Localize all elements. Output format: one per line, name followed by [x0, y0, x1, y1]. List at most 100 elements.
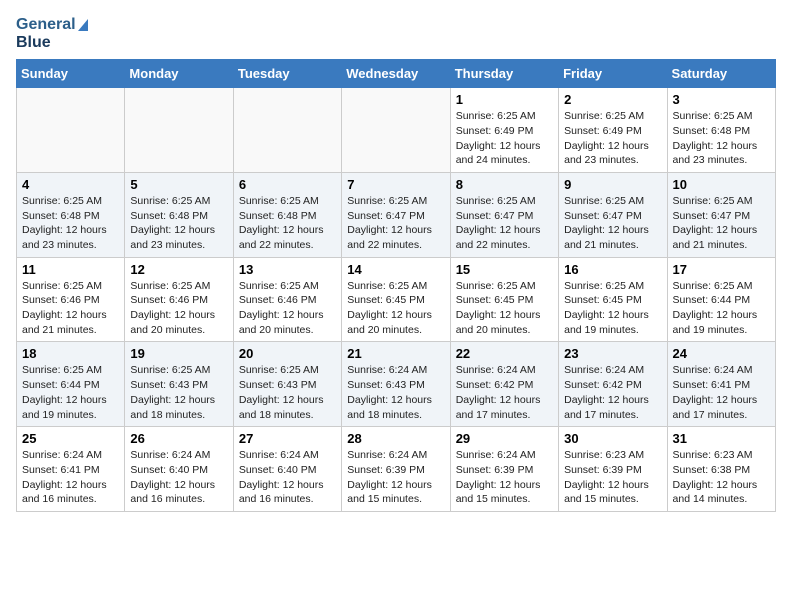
- day-info: Sunrise: 6:25 AMSunset: 6:46 PMDaylight:…: [130, 279, 227, 338]
- header-cell-monday: Monday: [125, 60, 233, 88]
- day-info: Sunrise: 6:24 AMSunset: 6:42 PMDaylight:…: [564, 363, 661, 422]
- day-cell: 20 Sunrise: 6:25 AMSunset: 6:43 PMDayligh…: [233, 342, 341, 427]
- day-info: Sunrise: 6:25 AMSunset: 6:49 PMDaylight:…: [456, 109, 553, 168]
- day-cell: 28Sunrise: 6:24 AMSunset: 6:39 PMDayligh…: [342, 427, 450, 512]
- day-number: 18: [22, 346, 119, 361]
- day-number: 6: [239, 177, 336, 192]
- day-cell: [233, 88, 341, 173]
- day-number: 20: [239, 346, 336, 361]
- day-info: Sunrise: 6:24 AMSunset: 6:40 PMDaylight:…: [130, 448, 227, 507]
- day-cell: 8 Sunrise: 6:25 AMSunset: 6:47 PMDaylight…: [450, 172, 558, 257]
- day-number: 10: [673, 177, 770, 192]
- header-row: SundayMondayTuesdayWednesdayThursdayFrid…: [17, 60, 776, 88]
- day-cell: 2 Sunrise: 6:25 AMSunset: 6:49 PMDaylight…: [559, 88, 667, 173]
- day-info: Sunrise: 6:25 AMSunset: 6:49 PMDaylight:…: [564, 109, 661, 168]
- day-cell: 19 Sunrise: 6:25 AMSunset: 6:43 PMDayligh…: [125, 342, 233, 427]
- day-cell: 26 Sunrise: 6:24 AMSunset: 6:40 PMDayligh…: [125, 427, 233, 512]
- week-row-2: 4 Sunrise: 6:25 AMSunset: 6:48 PMDaylight…: [17, 172, 776, 257]
- day-number: 2: [564, 92, 661, 107]
- day-number: 14: [347, 262, 444, 277]
- day-number: 28: [347, 431, 444, 446]
- day-cell: 17 Sunrise: 6:25 AMSunset: 6:44 PMDayligh…: [667, 257, 775, 342]
- day-info: Sunrise: 6:25 AMSunset: 6:47 PMDaylight:…: [347, 194, 444, 253]
- day-number: 17: [673, 262, 770, 277]
- day-cell: 23 Sunrise: 6:24 AMSunset: 6:42 PMDayligh…: [559, 342, 667, 427]
- day-number: 4: [22, 177, 119, 192]
- day-cell: 14 Sunrise: 6:25 AMSunset: 6:45 PMDayligh…: [342, 257, 450, 342]
- day-cell: 24Sunrise: 6:24 AMSunset: 6:41 PMDayligh…: [667, 342, 775, 427]
- day-number: 9: [564, 177, 661, 192]
- day-info: Sunrise: 6:25 AMSunset: 6:45 PMDaylight:…: [564, 279, 661, 338]
- day-number: 16: [564, 262, 661, 277]
- day-info: Sunrise: 6:25 AMSunset: 6:43 PMDaylight:…: [239, 363, 336, 422]
- day-cell: 29Sunrise: 6:24 AMSunset: 6:39 PMDayligh…: [450, 427, 558, 512]
- day-info: Sunrise: 6:24 AMSunset: 6:43 PMDaylight:…: [347, 363, 444, 422]
- day-number: 25: [22, 431, 119, 446]
- day-cell: 25 Sunrise: 6:24 AMSunset: 6:41 PMDayligh…: [17, 427, 125, 512]
- day-number: 19: [130, 346, 227, 361]
- header-cell-thursday: Thursday: [450, 60, 558, 88]
- day-cell: 31 Sunrise: 6:23 AMSunset: 6:38 PMDayligh…: [667, 427, 775, 512]
- day-info: Sunrise: 6:25 AMSunset: 6:44 PMDaylight:…: [22, 363, 119, 422]
- day-number: 11: [22, 262, 119, 277]
- day-cell: 9 Sunrise: 6:25 AMSunset: 6:47 PMDaylight…: [559, 172, 667, 257]
- week-row-4: 18 Sunrise: 6:25 AMSunset: 6:44 PMDayligh…: [17, 342, 776, 427]
- day-number: 15: [456, 262, 553, 277]
- day-cell: 10 Sunrise: 6:25 AMSunset: 6:47 PMDayligh…: [667, 172, 775, 257]
- day-cell: [17, 88, 125, 173]
- day-cell: 27Sunrise: 6:24 AMSunset: 6:40 PMDayligh…: [233, 427, 341, 512]
- day-cell: 22 Sunrise: 6:24 AMSunset: 6:42 PMDayligh…: [450, 342, 558, 427]
- day-cell: 11 Sunrise: 6:25 AMSunset: 6:46 PMDayligh…: [17, 257, 125, 342]
- day-info: Sunrise: 6:25 AMSunset: 6:45 PMDaylight:…: [347, 279, 444, 338]
- day-cell: 18 Sunrise: 6:25 AMSunset: 6:44 PMDayligh…: [17, 342, 125, 427]
- day-number: 13: [239, 262, 336, 277]
- day-info: Sunrise: 6:25 AMSunset: 6:46 PMDaylight:…: [22, 279, 119, 338]
- day-info: Sunrise: 6:25 AMSunset: 6:43 PMDaylight:…: [130, 363, 227, 422]
- day-number: 30: [564, 431, 661, 446]
- header-cell-friday: Friday: [559, 60, 667, 88]
- day-info: Sunrise: 6:25 AMSunset: 6:46 PMDaylight:…: [239, 279, 336, 338]
- logo-general: General: [16, 16, 88, 34]
- day-info: Sunrise: 6:25 AMSunset: 6:48 PMDaylight:…: [22, 194, 119, 253]
- day-number: 5: [130, 177, 227, 192]
- day-info: Sunrise: 6:23 AMSunset: 6:38 PMDaylight:…: [673, 448, 770, 507]
- day-cell: 3 Sunrise: 6:25 AMSunset: 6:48 PMDaylight…: [667, 88, 775, 173]
- day-number: 22: [456, 346, 553, 361]
- day-number: 12: [130, 262, 227, 277]
- day-cell: 7Sunrise: 6:25 AMSunset: 6:47 PMDaylight…: [342, 172, 450, 257]
- day-number: 8: [456, 177, 553, 192]
- day-info: Sunrise: 6:24 AMSunset: 6:42 PMDaylight:…: [456, 363, 553, 422]
- day-cell: 1Sunrise: 6:25 AMSunset: 6:49 PMDaylight…: [450, 88, 558, 173]
- logo-blue: Blue: [16, 34, 88, 52]
- header: General Blue: [16, 16, 776, 51]
- day-cell: 12 Sunrise: 6:25 AMSunset: 6:46 PMDayligh…: [125, 257, 233, 342]
- day-number: 31: [673, 431, 770, 446]
- day-info: Sunrise: 6:25 AMSunset: 6:47 PMDaylight:…: [456, 194, 553, 253]
- day-cell: 13 Sunrise: 6:25 AMSunset: 6:46 PMDayligh…: [233, 257, 341, 342]
- header-cell-tuesday: Tuesday: [233, 60, 341, 88]
- day-info: Sunrise: 6:25 AMSunset: 6:44 PMDaylight:…: [673, 279, 770, 338]
- week-row-5: 25 Sunrise: 6:24 AMSunset: 6:41 PMDayligh…: [17, 427, 776, 512]
- day-cell: 16 Sunrise: 6:25 AMSunset: 6:45 PMDayligh…: [559, 257, 667, 342]
- day-number: 27: [239, 431, 336, 446]
- day-info: Sunrise: 6:23 AMSunset: 6:39 PMDaylight:…: [564, 448, 661, 507]
- day-number: 26: [130, 431, 227, 446]
- day-number: 3: [673, 92, 770, 107]
- day-number: 23: [564, 346, 661, 361]
- day-info: Sunrise: 6:25 AMSunset: 6:47 PMDaylight:…: [673, 194, 770, 253]
- day-cell: [342, 88, 450, 173]
- header-cell-saturday: Saturday: [667, 60, 775, 88]
- day-info: Sunrise: 6:24 AMSunset: 6:41 PMDaylight:…: [22, 448, 119, 507]
- header-cell-sunday: Sunday: [17, 60, 125, 88]
- day-info: Sunrise: 6:25 AMSunset: 6:47 PMDaylight:…: [564, 194, 661, 253]
- day-info: Sunrise: 6:25 AMSunset: 6:48 PMDaylight:…: [130, 194, 227, 253]
- week-row-1: 1Sunrise: 6:25 AMSunset: 6:49 PMDaylight…: [17, 88, 776, 173]
- week-row-3: 11 Sunrise: 6:25 AMSunset: 6:46 PMDayligh…: [17, 257, 776, 342]
- day-cell: 30 Sunrise: 6:23 AMSunset: 6:39 PMDayligh…: [559, 427, 667, 512]
- day-info: Sunrise: 6:25 AMSunset: 6:48 PMDaylight:…: [673, 109, 770, 168]
- day-cell: 4 Sunrise: 6:25 AMSunset: 6:48 PMDaylight…: [17, 172, 125, 257]
- day-info: Sunrise: 6:24 AMSunset: 6:39 PMDaylight:…: [456, 448, 553, 507]
- calendar-table: SundayMondayTuesdayWednesdayThursdayFrid…: [16, 59, 776, 512]
- day-cell: 5 Sunrise: 6:25 AMSunset: 6:48 PMDaylight…: [125, 172, 233, 257]
- day-cell: 21Sunrise: 6:24 AMSunset: 6:43 PMDayligh…: [342, 342, 450, 427]
